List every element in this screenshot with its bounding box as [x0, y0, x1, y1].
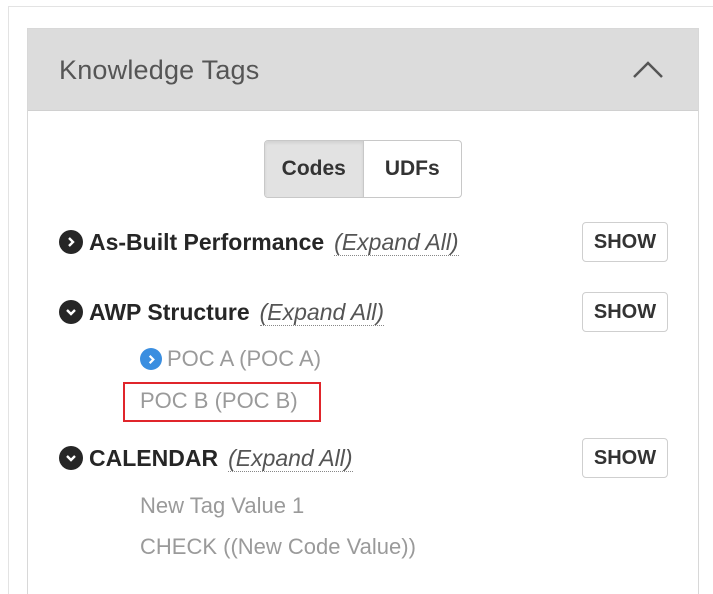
chevron-right-circle-icon[interactable] [59, 230, 83, 254]
panel-title: Knowledge Tags [59, 55, 260, 85]
tag-label: POC A (POC A) [167, 346, 322, 371]
expand-all-link[interactable]: (Expand All) [228, 445, 353, 472]
udfs-tab[interactable]: UDFs [364, 141, 462, 197]
panel-header[interactable]: Knowledge Tags [28, 29, 698, 111]
chevron-up-icon[interactable] [631, 57, 665, 81]
chevron-down-circle-icon[interactable] [59, 446, 83, 470]
codes-udfs-toggle: Codes UDFs [264, 140, 462, 198]
tag-label: New Tag Value 1 [140, 493, 305, 518]
expand-all-link[interactable]: (Expand All) [259, 299, 385, 326]
chevron-down-circle-icon[interactable] [59, 300, 83, 324]
show-button[interactable]: SHOW [582, 292, 668, 332]
expand-all-link[interactable]: (Expand All) [334, 229, 459, 256]
category-name[interactable]: As-Built Performance [89, 229, 324, 256]
category-name[interactable]: CALENDAR [89, 445, 218, 472]
show-button[interactable]: SHOW [582, 438, 668, 478]
category-row-as-built-performance: As-Built Performance (Expand All) [59, 226, 459, 258]
highlight-box [123, 382, 321, 422]
tag-item-new-tag-value-1[interactable]: New Tag Value 1 [140, 493, 304, 519]
chevron-right-circle-icon[interactable] [140, 348, 162, 370]
category-row-calendar: CALENDAR (Expand All) [59, 442, 353, 474]
category-row-awp-structure: AWP Structure (Expand All) [59, 296, 385, 328]
tag-label: CHECK ((New Code Value)) [140, 534, 416, 559]
category-name[interactable]: AWP Structure [89, 299, 250, 326]
tag-item-poc-a[interactable]: POC A (POC A) [140, 346, 321, 372]
codes-tab[interactable]: Codes [265, 141, 364, 197]
tag-item-check[interactable]: CHECK ((New Code Value)) [140, 534, 416, 560]
show-button[interactable]: SHOW [582, 222, 668, 262]
